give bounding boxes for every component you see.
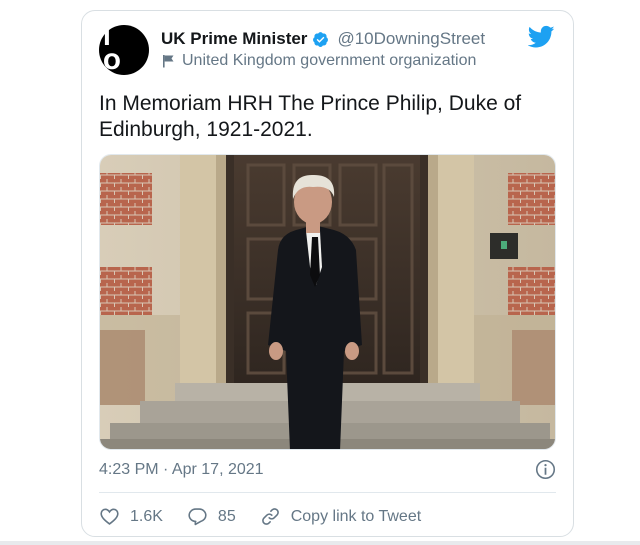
heart-icon bbox=[100, 508, 119, 525]
reply-count: 85 bbox=[217, 507, 236, 525]
bottom-edge bbox=[0, 541, 640, 545]
display-name[interactable]: UK Prime Minister bbox=[161, 29, 307, 49]
like-button[interactable]: 1.6K bbox=[99, 506, 163, 527]
copy-link-button[interactable]: Copy link to Tweet bbox=[260, 506, 421, 527]
reply-icon bbox=[188, 508, 207, 526]
flag-icon bbox=[163, 55, 174, 68]
avatar[interactable]: I O bbox=[99, 25, 149, 75]
link-icon bbox=[261, 508, 279, 525]
tweet-text: In Memoriam HRH The Prince Philip, Duke … bbox=[99, 92, 522, 141]
verified-badge-icon bbox=[313, 31, 329, 47]
tweet-card[interactable]: I O UK Prime Minister @10DowningStreet U… bbox=[81, 10, 574, 537]
tweet-timestamp[interactable]: 4:23 PM · Apr 17, 2021 bbox=[99, 461, 264, 479]
divider bbox=[99, 492, 556, 493]
info-icon[interactable] bbox=[535, 459, 556, 480]
org-label: United Kingdom government organization bbox=[182, 52, 477, 69]
twitter-bird-icon[interactable] bbox=[528, 25, 555, 49]
handle[interactable]: @10DowningStreet bbox=[337, 29, 485, 49]
author-row: UK Prime Minister @10DowningStreet bbox=[161, 29, 485, 49]
reply-button[interactable]: 85 bbox=[187, 506, 236, 527]
tweet-photo[interactable] bbox=[99, 154, 556, 450]
tweet-actions: 1.6K 85 Copy link to Tweet bbox=[99, 506, 445, 527]
org-label-row: United Kingdom government organization bbox=[162, 52, 476, 70]
like-count: 1.6K bbox=[130, 507, 163, 525]
copy-link-label: Copy link to Tweet bbox=[290, 507, 422, 525]
